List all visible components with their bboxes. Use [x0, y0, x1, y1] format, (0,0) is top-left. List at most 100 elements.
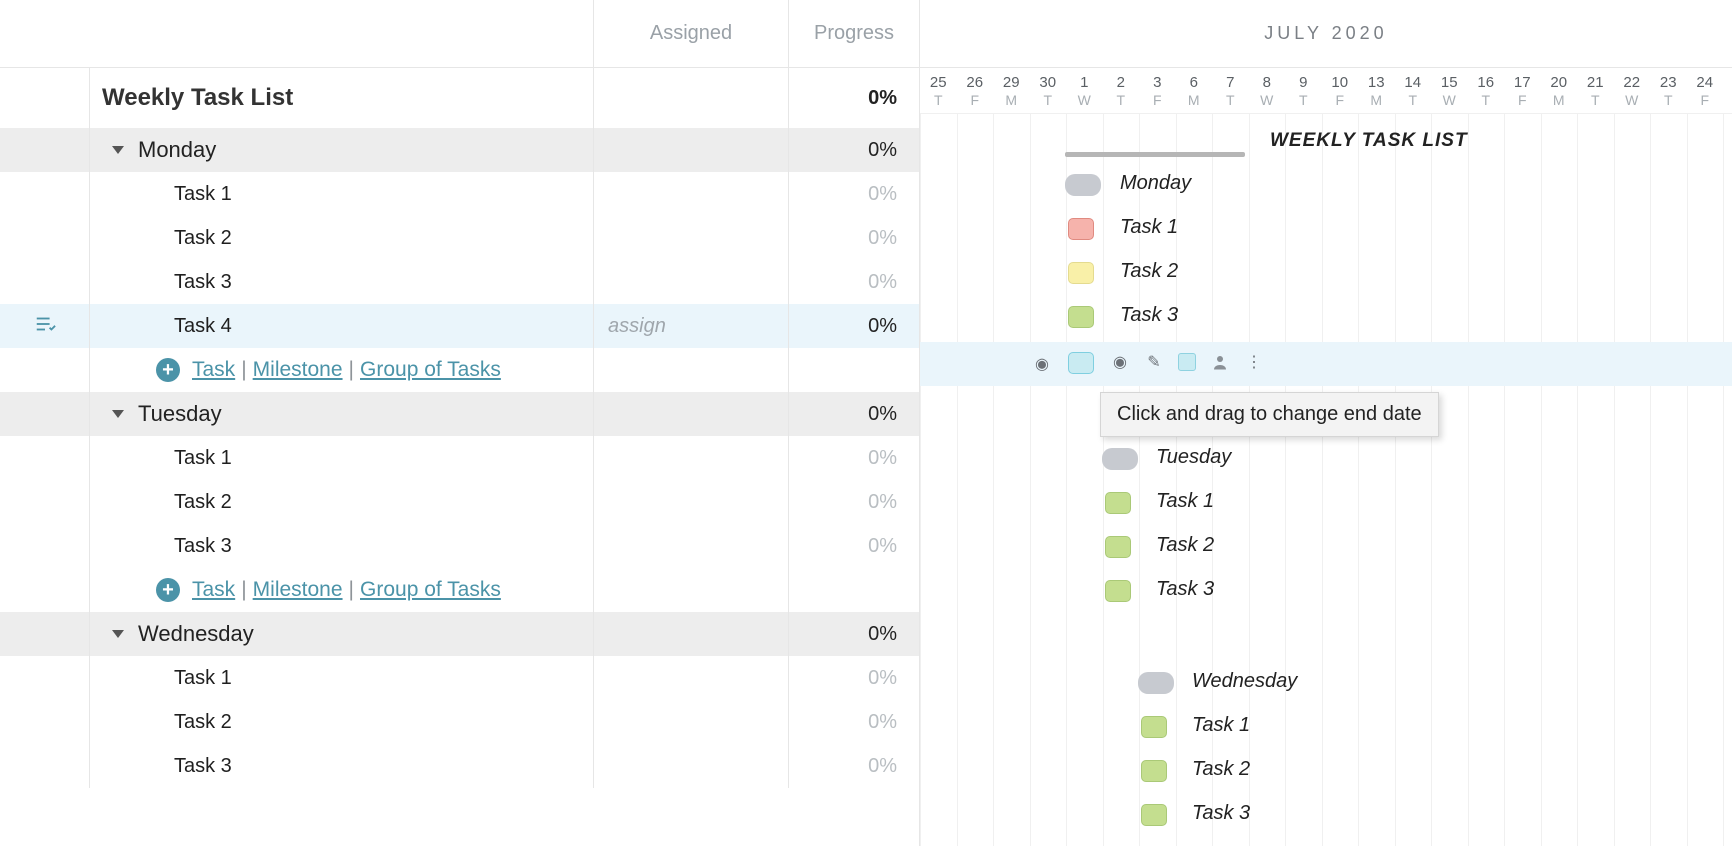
- day-column[interactable]: 17F: [1504, 68, 1541, 113]
- gantt-date-header[interactable]: 25T26F29M30T1W2T3F6M7T8W9T10F13M14T15W16…: [920, 68, 1732, 114]
- chevron-down-icon[interactable]: [112, 630, 124, 638]
- checklist-icon[interactable]: [34, 313, 56, 340]
- group-tuesday[interactable]: Tuesday: [90, 392, 594, 436]
- gantt-task-bar[interactable]: [1068, 218, 1094, 240]
- day-column[interactable]: 24F: [1687, 68, 1724, 113]
- add-milestone-link[interactable]: Milestone: [253, 358, 343, 382]
- gantt-task-label: Task 1: [1156, 490, 1214, 513]
- add-group-link[interactable]: Group of Tasks: [360, 358, 501, 382]
- group-progress: 0%: [789, 392, 919, 436]
- task-progress: 0%: [789, 700, 919, 744]
- day-column[interactable]: 7T: [1212, 68, 1249, 113]
- day-column[interactable]: 15W: [1431, 68, 1468, 113]
- task-list-panel: Assigned Progress Weekly Task List 0% Mo…: [0, 0, 920, 846]
- task-progress: 0%: [789, 172, 919, 216]
- task-row[interactable]: Task 1: [90, 436, 594, 480]
- gantt-task-bar[interactable]: [1105, 536, 1131, 558]
- task-row[interactable]: Task 2: [90, 700, 594, 744]
- project-progress: 0%: [789, 68, 919, 128]
- day-column[interactable]: 1W: [1066, 68, 1103, 113]
- gantt-group-label: Monday: [1120, 172, 1191, 195]
- task-progress: 0%: [789, 436, 919, 480]
- gantt-panel[interactable]: JULY 2020 25T26F29M30T1W2T3F6M7T8W9T10F1…: [920, 0, 1732, 846]
- gantt-task-bar-active[interactable]: [1068, 352, 1094, 374]
- day-column[interactable]: 16T: [1468, 68, 1505, 113]
- drag-start-handle-icon[interactable]: ◉: [1032, 354, 1052, 374]
- day-column[interactable]: 14T: [1395, 68, 1432, 113]
- chevron-down-icon[interactable]: [112, 146, 124, 154]
- gantt-month-header[interactable]: JULY 2020: [920, 0, 1732, 68]
- gantt-task-bar[interactable]: [1105, 580, 1131, 602]
- gantt-group-label: Wednesday: [1192, 670, 1297, 693]
- day-column[interactable]: 3F: [1139, 68, 1176, 113]
- day-column[interactable]: 21T: [1577, 68, 1614, 113]
- color-picker-icon[interactable]: [1178, 353, 1196, 371]
- task-row[interactable]: Task 4: [90, 304, 594, 348]
- task-row[interactable]: Task 2: [90, 480, 594, 524]
- column-header-assigned[interactable]: Assigned: [594, 0, 789, 67]
- plus-icon[interactable]: +: [156, 578, 180, 602]
- task-progress: 0%: [789, 216, 919, 260]
- gantt-task-label: Task 2: [1120, 260, 1178, 283]
- task-progress: 0%: [789, 744, 919, 788]
- day-column[interactable]: 29M: [993, 68, 1030, 113]
- gantt-group-bar[interactable]: [1138, 672, 1174, 694]
- gantt-task-label: Task 1: [1120, 216, 1178, 239]
- day-column[interactable]: 22W: [1614, 68, 1651, 113]
- group-progress: 0%: [789, 612, 919, 656]
- task-row[interactable]: Task 2: [90, 216, 594, 260]
- plus-icon[interactable]: +: [156, 358, 180, 382]
- day-column[interactable]: 26F: [957, 68, 994, 113]
- day-column[interactable]: 13M: [1358, 68, 1395, 113]
- gantt-summary-bar[interactable]: [1065, 152, 1245, 157]
- gantt-task-label: Task 3: [1156, 578, 1214, 601]
- gantt-task-label: Task 3: [1120, 304, 1178, 327]
- task-row[interactable]: Task 1: [90, 172, 594, 216]
- add-task-link[interactable]: Task: [192, 578, 235, 602]
- group-progress: 0%: [789, 128, 919, 172]
- day-column[interactable]: 25T: [920, 68, 957, 113]
- gantt-task-bar[interactable]: [1141, 804, 1167, 826]
- gantt-task-bar[interactable]: [1068, 262, 1094, 284]
- day-column[interactable]: 2T: [1103, 68, 1140, 113]
- gantt-group-bar[interactable]: [1102, 448, 1138, 470]
- task-row[interactable]: Task 3: [90, 744, 594, 788]
- gantt-group-bar[interactable]: [1065, 174, 1101, 196]
- more-menu-icon[interactable]: ⋮: [1244, 352, 1264, 372]
- add-group-link[interactable]: Group of Tasks: [360, 578, 501, 602]
- add-task-link[interactable]: Task: [192, 358, 235, 382]
- project-title[interactable]: Weekly Task List: [90, 68, 594, 128]
- task-progress: 0%: [789, 260, 919, 304]
- add-milestone-link[interactable]: Milestone: [253, 578, 343, 602]
- group-monday[interactable]: Monday: [90, 128, 594, 172]
- column-header-progress[interactable]: Progress: [789, 0, 919, 67]
- task-row[interactable]: Task 3: [90, 524, 594, 568]
- edit-icon[interactable]: ✎: [1144, 352, 1164, 372]
- group-wednesday[interactable]: Wednesday: [90, 612, 594, 656]
- day-column[interactable]: 8W: [1249, 68, 1286, 113]
- gantt-task-label: Task 2: [1156, 534, 1214, 557]
- drag-end-handle-icon[interactable]: ◉: [1110, 352, 1130, 372]
- chevron-down-icon[interactable]: [112, 410, 124, 418]
- task-row[interactable]: Task 3: [90, 260, 594, 304]
- task-progress: 0%: [789, 524, 919, 568]
- assign-placeholder[interactable]: assign: [608, 315, 666, 338]
- day-column[interactable]: 2: [1723, 68, 1732, 113]
- gantt-task-bar[interactable]: [1068, 306, 1094, 328]
- gantt-task-label: Task 2: [1192, 758, 1250, 781]
- day-column[interactable]: 30T: [1030, 68, 1067, 113]
- gantt-task-label: Task 1: [1192, 714, 1250, 737]
- assign-user-icon[interactable]: [1210, 352, 1230, 372]
- gantt-task-bar[interactable]: [1141, 716, 1167, 738]
- tooltip: Click and drag to change end date: [1100, 392, 1439, 437]
- day-column[interactable]: 6M: [1176, 68, 1213, 113]
- day-column[interactable]: 20M: [1541, 68, 1578, 113]
- gantt-task-bar[interactable]: [1105, 492, 1131, 514]
- task-progress: 0%: [789, 656, 919, 700]
- gantt-task-bar[interactable]: [1141, 760, 1167, 782]
- day-column[interactable]: 10F: [1322, 68, 1359, 113]
- day-column[interactable]: 23T: [1650, 68, 1687, 113]
- day-column[interactable]: 9T: [1285, 68, 1322, 113]
- task-progress: 0%: [789, 304, 919, 348]
- task-row[interactable]: Task 1: [90, 656, 594, 700]
